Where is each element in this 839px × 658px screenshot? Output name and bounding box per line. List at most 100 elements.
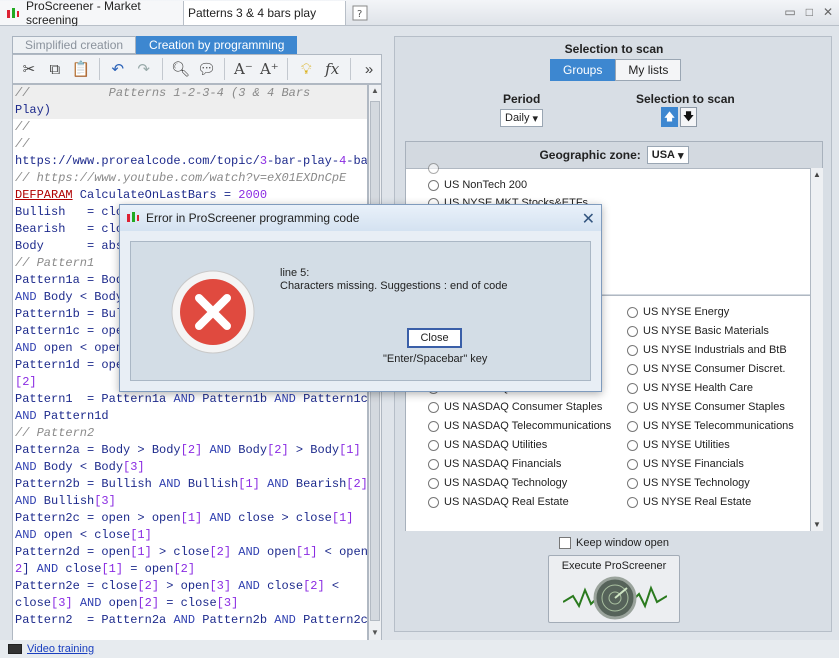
radio-button[interactable] — [428, 420, 439, 432]
code-line[interactable]: https://www.prorealcode.com/topic/3-bar-… — [13, 153, 367, 170]
code-line[interactable]: AND open < close[1] — [13, 527, 367, 544]
list-item[interactable]: US NYSE Health Care — [627, 382, 753, 394]
list-item[interactable]: US NASDAQ Consumer Staples — [428, 401, 602, 413]
execute-label: Execute ProScreener — [561, 560, 667, 572]
radio-button[interactable] — [627, 458, 638, 470]
code-line[interactable]: // https://www.youtube.com/watch?v=eX01E… — [13, 170, 367, 187]
code-line[interactable]: Pattern2a = Body > Body[2] AND Body[2] >… — [13, 442, 367, 459]
radio-button[interactable] — [627, 401, 638, 413]
redo-icon[interactable]: ↷ — [132, 57, 156, 81]
window-title-tab[interactable]: ProScreener - Market screening — [0, 0, 184, 27]
code-line[interactable]: AND Bullish[3] — [13, 493, 367, 510]
radio-button[interactable] — [627, 420, 638, 432]
idea-icon[interactable]: 💡︎ — [294, 57, 318, 81]
list-item[interactable]: US NYSE Industrials and BtB — [627, 344, 787, 356]
code-line[interactable]: AND Pattern1d — [13, 408, 367, 425]
list-item[interactable]: US NASDAQ Utilities — [428, 439, 547, 451]
code-line[interactable]: Pattern2 = Pattern2a AND Pattern2b AND P… — [13, 612, 367, 629]
list-item[interactable]: US NYSE Energy — [627, 306, 729, 318]
radio-button[interactable] — [627, 439, 638, 451]
code-line[interactable]: AND Body < Body[3] — [13, 459, 367, 476]
code-line[interactable]: // Pattern2 — [13, 425, 367, 442]
list-item[interactable]: US NASDAQ Technology — [428, 477, 567, 489]
scroll-down-icon[interactable]: ▼ — [813, 520, 821, 529]
execute-proscreener-button[interactable]: Execute ProScreener — [548, 555, 680, 623]
radio-button[interactable] — [627, 306, 638, 318]
proscreener-logo-icon — [6, 6, 20, 20]
editor-toolbar: ✂ ⧉ 📋 ↶ ↷ 🔍︎ 💬︎ A⁻ A⁺ 💡︎ fx » — [12, 54, 382, 84]
code-line[interactable]: Play) — [13, 102, 367, 119]
close-icon[interactable]: ✕ — [582, 209, 595, 229]
radio-button[interactable] — [428, 401, 439, 413]
code-line[interactable]: 2] AND close[1] = open[2] — [13, 561, 367, 578]
paste-icon[interactable]: 📋 — [69, 57, 93, 81]
radio-button[interactable] — [428, 496, 439, 508]
list-item[interactable]: US NYSE Basic Materials — [627, 325, 769, 337]
cut-icon[interactable]: ✂ — [17, 57, 41, 81]
more-icon[interactable]: » — [357, 57, 381, 81]
radio-button[interactable] — [627, 363, 638, 375]
radio-button[interactable] — [627, 382, 638, 394]
close-button[interactable]: Close — [407, 328, 462, 348]
function-icon[interactable]: fx — [320, 57, 344, 81]
radio-button[interactable] — [627, 477, 638, 489]
my-lists-button[interactable]: My lists — [615, 59, 682, 81]
code-line[interactable]: Pattern2b = Bullish AND Bullish[1] AND B… — [13, 476, 367, 493]
code-line[interactable]: Pattern1 = Pattern1a AND Pattern1b AND P… — [13, 391, 367, 408]
keep-window-open-option[interactable]: Keep window open — [559, 537, 669, 549]
sort-up-icon[interactable]: 🡅 — [661, 107, 678, 127]
code-line[interactable]: Pattern2c = open > open[1] AND close > c… — [13, 510, 367, 527]
scroll-up-icon[interactable]: ▲ — [370, 86, 380, 98]
list-item[interactable]: US NYSE Consumer Discret. — [627, 363, 785, 375]
list-item[interactable]: US NYSE Real Estate — [627, 496, 751, 508]
keep-window-open-checkbox[interactable] — [559, 537, 571, 549]
close-window-icon[interactable]: ✕ — [823, 5, 833, 19]
list-item[interactable]: US NYSE Telecommunications — [627, 420, 794, 432]
comment-icon[interactable]: 💬︎ — [195, 57, 219, 81]
radio-button[interactable] — [627, 344, 638, 356]
code-line[interactable]: Pattern2e = close[2] > open[3] AND close… — [13, 578, 367, 595]
maximize-icon[interactable]: □ — [806, 5, 813, 19]
radio-button[interactable] — [627, 496, 638, 508]
radio-button[interactable] — [428, 179, 439, 191]
code-line[interactable]: Pattern2d = open[1] > close[2] AND open[… — [13, 544, 367, 561]
minimize-icon[interactable]: ▭ — [784, 5, 795, 19]
list-item[interactable]: US NYSE Technology — [627, 477, 750, 489]
help-icon[interactable]: ? — [348, 1, 372, 25]
copy-icon[interactable]: ⧉ — [43, 57, 67, 81]
scroll-up-icon[interactable]: ▲ — [813, 170, 821, 179]
list-item[interactable]: US NASDAQ Financials — [428, 458, 561, 470]
search-icon[interactable]: 🔍︎ — [169, 57, 193, 81]
radio-button[interactable] — [428, 477, 439, 489]
radio-button[interactable] — [428, 458, 439, 470]
list-item[interactable]: US NYSE Consumer Staples — [627, 401, 785, 413]
code-line[interactable]: // Patterns 1-2-3-4 (3 & 4 Bars — [13, 85, 367, 102]
scroll-down-icon[interactable]: ▼ — [370, 628, 380, 640]
undo-icon[interactable]: ↶ — [106, 57, 130, 81]
text-decrease-icon[interactable]: A⁻ — [231, 57, 255, 81]
radio-button[interactable] — [627, 325, 638, 337]
tab-creation-by-programming[interactable]: Creation by programming — [136, 36, 298, 54]
groups-button[interactable]: Groups — [550, 59, 616, 81]
tab-simplified-creation[interactable]: Simplified creation — [12, 36, 137, 54]
radio-button[interactable] — [428, 439, 439, 451]
code-line[interactable]: // — [13, 119, 367, 136]
screener-name-tab[interactable]: Patterns 3 & 4 bars play — [184, 1, 346, 25]
geo-dropdown[interactable]: USA ▾ — [646, 146, 689, 164]
list-item[interactable]: US NonTech 200 — [428, 179, 527, 191]
list-item[interactable]: US NYSE Financials — [627, 458, 744, 470]
text-increase-icon[interactable]: A⁺ — [257, 57, 281, 81]
geo-value: USA — [651, 149, 676, 161]
code-line[interactable]: DEFPARAM CalculateOnLastBars = 2000 — [13, 187, 367, 204]
code-line[interactable]: // — [13, 136, 367, 153]
sort-down-icon[interactable]: 🡇 — [680, 107, 697, 127]
list-item[interactable]: US NASDAQ Real Estate — [428, 496, 569, 508]
code-line[interactable]: close[3] AND open[2] = close[3] — [13, 595, 367, 612]
period-dropdown[interactable]: Daily ▾ — [500, 109, 543, 127]
geo-scrollbar[interactable]: ▲ ▼ — [810, 168, 823, 531]
radio-button[interactable] — [428, 163, 439, 174]
error-message: Characters missing. Suggestions : end of… — [280, 280, 508, 292]
video-training-link[interactable]: Video training — [27, 643, 94, 655]
list-item[interactable]: US NASDAQ Telecommunications — [428, 420, 611, 432]
list-item[interactable]: US NYSE Utilities — [627, 439, 730, 451]
